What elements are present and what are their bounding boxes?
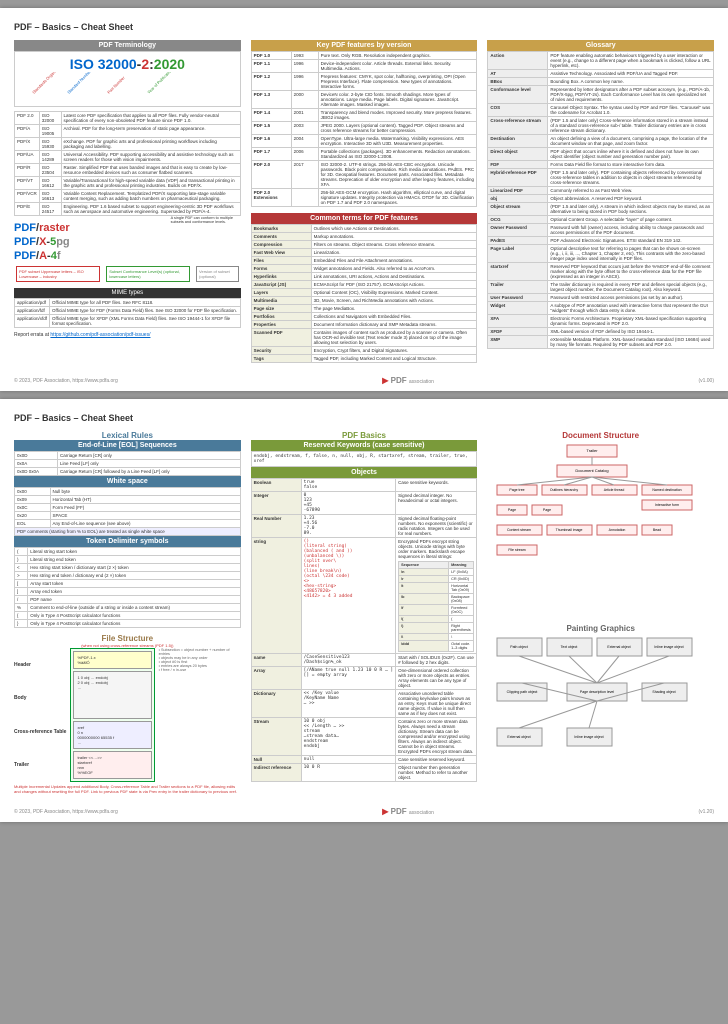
common-table: BookmarksOutlines which use Actions or D… (251, 224, 478, 363)
svg-text:Page: Page (508, 508, 516, 512)
docstruct-hdr: Document Structure (487, 431, 714, 440)
footer: © 2023, PDF Association, https://www.pdf… (14, 376, 714, 385)
col-basics: PDF Basics Reserved Keywords (case sensi… (251, 431, 478, 794)
svg-text:Page tree: Page tree (510, 488, 525, 492)
iso-box: ISO 32000-2:2020 Standards Organisation … (14, 51, 241, 107)
painting-diagram-icon: Path object Text object External object … (487, 633, 714, 783)
mime-table: application/pdfOfficial MIME type for al… (14, 298, 241, 328)
features-hdr: Key PDF features by version (251, 40, 478, 51)
mime-hdr: MIME types (14, 288, 241, 298)
token-table: (Literal string start token )Literal str… (14, 547, 241, 628)
svg-text:External object: External object (608, 645, 631, 649)
svg-text:Content stream: Content stream (507, 528, 531, 532)
page-2: PDF – Basics – Cheat Sheet Lexical Rules… (0, 399, 728, 822)
page-title-2: PDF – Basics – Cheat Sheet (14, 413, 714, 423)
terminology-table: PDF 2.0ISO 32000Latest core PDF specific… (14, 111, 241, 216)
eol-table: 0x0DCarriage Return [CR] only 0x0ALine F… (14, 451, 241, 476)
col-lexical: Lexical Rules End-of-Line [EOL] Sequence… (14, 431, 241, 794)
pdf-logo: ▶ PDF association (382, 376, 434, 385)
lexical-hdr: Lexical Rules (14, 431, 241, 440)
svg-text:Text object: Text object (561, 645, 578, 649)
basics-hdr: PDF Basics (251, 431, 478, 440)
svg-text:Article thread: Article thread (604, 488, 625, 492)
svg-text:Named destination: Named destination (653, 488, 682, 492)
errata-link: Report errata at https://github.com/pdf-… (14, 332, 241, 338)
svg-text:Thumbnail image: Thumbnail image (556, 528, 583, 532)
svg-text:Page: Page (543, 508, 551, 512)
glossary-hdr: Glossary (487, 40, 714, 51)
iso-diagram-icon: Standards Organisation Standard Number P… (19, 72, 236, 102)
escape-table: SequenceMeaning \nLF (0x0A) \rCR (0x0D) … (398, 561, 474, 652)
subset-note: A single PDF can conform to multiple sub… (171, 216, 241, 224)
iso-title: ISO 32000-2:2020 (19, 56, 236, 72)
svg-text:Annotation: Annotation (609, 528, 626, 532)
svg-text:Year of Publication: Year of Publication (146, 72, 173, 95)
terminology-hdr: PDF Terminology (14, 40, 241, 51)
svg-text:Document Catalog: Document Catalog (576, 468, 609, 473)
fs-hdr: File Structure (14, 634, 241, 643)
col-structure: Document Structure Trailer Document Cata… (487, 431, 714, 794)
svg-text:Inline image object: Inline image object (655, 645, 684, 649)
paint-hdr: Painting Graphics (487, 624, 714, 633)
svg-text:Interactive form: Interactive form (655, 503, 679, 507)
col-glossary: Glossary ActionPDF feature enabling auto… (487, 40, 714, 363)
pdf-logo-2: ▶ PDF association (382, 807, 434, 816)
svg-text:Part Number: Part Number (106, 75, 126, 95)
svg-text:Outlines hierarchy: Outlines hierarchy (550, 488, 578, 492)
ws-table: 0x00Null byte 0x09Horizontal Tab (HT) 0x… (14, 487, 241, 536)
features-table: PDF 1.01993Pure text. Only RGB. Resoluti… (251, 51, 478, 207)
svg-text:Clipping path object: Clipping path object (507, 690, 538, 694)
svg-text:Shading object: Shading object (653, 690, 676, 694)
footer-2: © 2023, PDF Association, https://www.pdf… (14, 807, 714, 816)
common-hdr: Common terms for PDF features (251, 213, 478, 224)
file-structure-diagram: Header Body Cross-reference Table Traile… (14, 648, 241, 782)
col-features: Key PDF features by version PDF 1.01993P… (251, 40, 478, 363)
svg-text:Standards Organisation: Standards Organisation (31, 72, 64, 95)
page-1: PDF – Basics – Cheat Sheet PDF Terminolo… (0, 8, 728, 391)
svg-text:Trailer: Trailer (587, 448, 599, 453)
subset-breakdown: PDF/raster PDF/X-5pg PDF/A-4f A single P… (14, 216, 241, 288)
svg-text:External object: External object (508, 735, 531, 739)
svg-text:Inline image object: Inline image object (575, 735, 604, 739)
reserved-list: endobj, endstream, f, false, n, null, ob… (251, 451, 478, 467)
svg-text:Standard Number: Standard Number (66, 72, 92, 95)
doc-structure-diagram-icon: Trailer Document Catalog Page tree Outli… (487, 440, 714, 620)
fs-footnote: Multiple Incremental Updates append addi… (14, 784, 241, 794)
objects-table: Booleantrue falseCase sensitive keywords… (251, 478, 478, 782)
page-title: PDF – Basics – Cheat Sheet (14, 22, 714, 32)
svg-text:Bead: Bead (653, 528, 661, 532)
svg-text:File stream: File stream (509, 548, 526, 552)
svg-text:Page description level: Page description level (580, 690, 614, 694)
svg-text:Path object: Path object (511, 645, 529, 649)
glossary-table: ActionPDF feature enabling automatic beh… (487, 51, 714, 349)
iso-blue: ISO 32000 (70, 56, 137, 72)
col-terminology: PDF Terminology ISO 32000-2:2020 Standar… (14, 40, 241, 363)
